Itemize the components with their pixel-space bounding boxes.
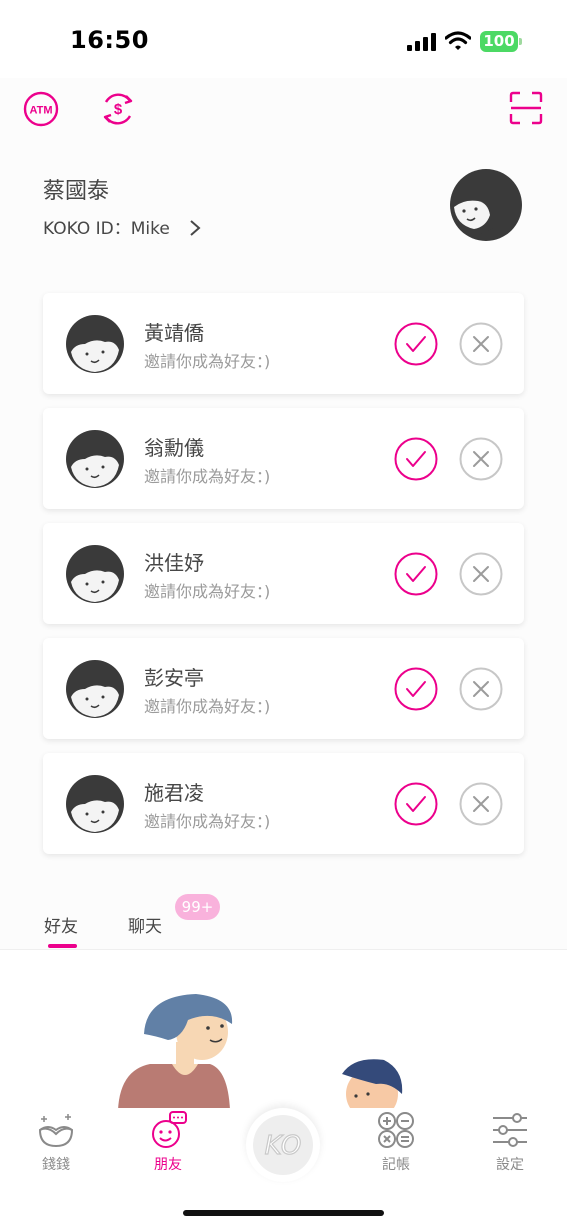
friend-message: 邀請你成為好友：) xyxy=(144,697,271,716)
friend-request-card: 洪佳妤 邀請你成為好友：) xyxy=(43,523,524,624)
currency-exchange-icon[interactable]: $ xyxy=(99,90,137,128)
friend-avatar xyxy=(66,660,124,718)
calculator-icon xyxy=(378,1112,414,1148)
home-indicator[interactable] xyxy=(183,1210,384,1216)
friend-avatar xyxy=(66,430,124,488)
user-name: 蔡國泰 xyxy=(43,179,110,204)
friend-request-card: 黃靖僑 邀請你成為好友：) xyxy=(43,293,524,394)
user-avatar[interactable] xyxy=(448,167,524,243)
reject-button[interactable] xyxy=(459,437,503,481)
nav-accounting-label: 記帳 xyxy=(382,1157,410,1173)
friend-name: 黃靖僑 xyxy=(144,321,204,345)
friend-name: 彭安亭 xyxy=(144,666,204,690)
ko-logo-icon: KO xyxy=(253,1115,313,1175)
reject-button[interactable] xyxy=(459,667,503,711)
nav-money-label: 錢錢 xyxy=(42,1157,70,1173)
nav-settings-label: 設定 xyxy=(496,1157,524,1173)
signal-icon xyxy=(407,33,436,51)
ko-logo-text: KO xyxy=(265,1131,302,1161)
chevron-right-icon xyxy=(190,220,201,236)
tab-chat[interactable]: 聊天 xyxy=(128,912,162,937)
accept-button[interactable] xyxy=(394,667,438,711)
tab-active-underline xyxy=(48,944,77,948)
battery-nub xyxy=(519,38,522,45)
friend-request-card: 翁勳儀 邀請你成為好友：) xyxy=(43,408,524,509)
friend-avatar xyxy=(66,545,124,603)
battery-icon: 100 xyxy=(480,31,518,52)
money-ingot-icon xyxy=(38,1114,74,1148)
friend-request-card: 施君凌 邀請你成為好友：) xyxy=(43,753,524,854)
reject-button[interactable] xyxy=(459,322,503,366)
accept-button[interactable] xyxy=(394,437,438,481)
friend-message: 邀請你成為好友：) xyxy=(144,352,271,371)
settings-sliders-icon xyxy=(493,1113,527,1147)
friend-message: 邀請你成為好友：) xyxy=(144,467,271,486)
friend-name: 施君凌 xyxy=(144,781,204,805)
reject-button[interactable] xyxy=(459,782,503,826)
nav-friends[interactable]: 朋友 xyxy=(133,1110,203,1180)
atm-icon[interactable]: ATM xyxy=(23,91,59,127)
nav-settings[interactable]: 設定 xyxy=(475,1110,545,1180)
status-time: 16:50 xyxy=(70,26,149,54)
koko-id-link[interactable]: KOKO ID：Mike xyxy=(43,214,201,239)
friend-name: 洪佳妤 xyxy=(144,551,204,575)
friend-request-card: 彭安亭 邀請你成為好友：) xyxy=(43,638,524,739)
friend-name: 翁勳儀 xyxy=(144,436,204,460)
friends-chat-icon xyxy=(152,1111,187,1148)
empty-state-illustration xyxy=(118,994,403,1110)
friend-avatar xyxy=(66,775,124,833)
ko-center-button[interactable]: KO xyxy=(246,1108,320,1182)
svg-text:$: $ xyxy=(114,101,123,118)
reject-button[interactable] xyxy=(459,552,503,596)
accept-button[interactable] xyxy=(394,552,438,596)
scan-icon[interactable] xyxy=(509,91,543,125)
friends-chat-tabs: 好友 聊天 99+ xyxy=(0,880,567,949)
tab-friends[interactable]: 好友 xyxy=(44,912,78,937)
friend-avatar xyxy=(66,315,124,373)
koko-id-text: KOKO ID：Mike xyxy=(43,219,170,239)
accept-button[interactable] xyxy=(394,782,438,826)
friend-message: 邀請你成為好友：) xyxy=(144,812,271,831)
status-bar: 16:50 100 xyxy=(0,0,567,78)
nav-money[interactable]: 錢錢 xyxy=(21,1110,91,1180)
friend-message: 邀請你成為好友：) xyxy=(144,582,271,601)
accept-button[interactable] xyxy=(394,322,438,366)
wifi-icon xyxy=(445,31,471,50)
nav-friends-label: 朋友 xyxy=(154,1157,182,1173)
atm-label: ATM xyxy=(29,105,52,117)
nav-accounting[interactable]: 記帳 xyxy=(361,1110,431,1180)
chat-unread-badge: 99+ xyxy=(175,894,220,920)
